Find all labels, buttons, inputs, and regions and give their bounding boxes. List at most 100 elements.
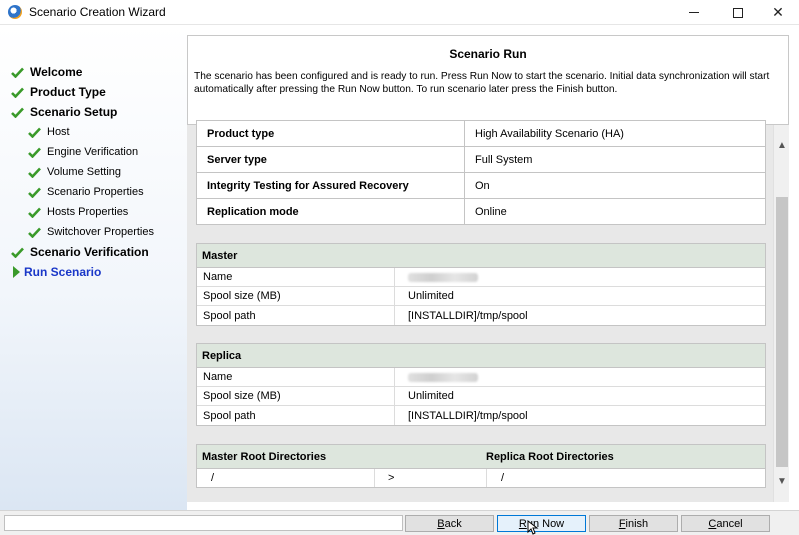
checkmark-icon (10, 65, 24, 79)
checkmark-icon (27, 225, 41, 239)
root-directories-table: Master Root Directories Replica Root Dir… (196, 444, 766, 488)
sidebar-item-label: Switchover Properties (47, 226, 154, 238)
property-value: Full System (464, 146, 766, 173)
table-row: Spool size (MB) Unlimited (197, 387, 765, 406)
master-root-directory: / (197, 469, 375, 487)
table-row: Name (197, 268, 765, 287)
table-row: Integrity Testing for Assured Recovery On (196, 172, 766, 199)
property-name: Product type (196, 120, 465, 147)
table-row: Spool size (MB) Unlimited (197, 287, 765, 306)
property-name: Replication mode (196, 198, 465, 225)
table-row: / > / (197, 469, 765, 487)
step-header: Scenario Run The scenario has been confi… (187, 35, 789, 125)
sidebar-item-label: Engine Verification (47, 146, 139, 158)
minimize-button[interactable] (672, 0, 716, 25)
table-row: Name (197, 368, 765, 387)
finish-button-mnemonic: F (618, 517, 626, 530)
property-name: Name (197, 368, 395, 386)
cancel-button[interactable]: Cancel (681, 515, 770, 532)
property-name: Spool path (197, 306, 395, 325)
maximize-icon (733, 7, 743, 18)
window-title: Scenario Creation Wizard (29, 5, 166, 19)
replica-heading: Replica (197, 344, 765, 368)
sidebar-item-engine-verification[interactable]: Engine Verification (27, 143, 138, 161)
checkmark-icon (27, 185, 41, 199)
cancel-button-label: ancel (716, 517, 743, 530)
finish-button[interactable]: Finish (589, 515, 678, 532)
master-group: Master Name Spool size (MB) Unlimited Spool… (196, 243, 766, 326)
sidebar-item-label: Run Scenario (24, 265, 102, 279)
status-field (4, 515, 403, 531)
property-value: On (464, 172, 766, 199)
sidebar-item-label: Scenario Setup (30, 105, 118, 119)
checkmark-icon (10, 85, 24, 99)
property-value: Online (464, 198, 766, 225)
checkmark-icon (27, 205, 41, 219)
checkmark-icon (10, 245, 24, 259)
cancel-button-mnemonic: C (708, 517, 717, 530)
replica-root-directories-heading: Replica Root Directories (486, 450, 614, 463)
close-button[interactable]: ✕ (756, 0, 799, 25)
checkmark-icon (27, 165, 41, 179)
sidebar-item-label: Scenario Verification (30, 245, 149, 259)
button-bar: Back Run Now Finish Cancel (0, 510, 799, 535)
root-directories-header: Master Root Directories Replica Root Dir… (197, 445, 765, 469)
sidebar-item-scenario-setup[interactable]: Scenario Setup (10, 103, 117, 121)
replica-group: Replica Name Spool size (MB) Unlimited Spoo… (196, 343, 766, 426)
checkmark-icon (10, 105, 24, 119)
property-name: Integrity Testing for Assured Recovery (196, 172, 465, 199)
property-value: High Availability Scenario (HA) (464, 120, 766, 147)
property-value: [INSTALLDIR]/tmp/spool (408, 309, 528, 322)
scroll-down-icon[interactable]: ▼ (774, 473, 790, 489)
back-button-mnemonic: B (437, 517, 445, 530)
scroll-up-icon[interactable]: ▲ (774, 137, 790, 153)
sidebar-item-scenario-verification[interactable]: Scenario Verification (10, 243, 149, 261)
property-name: Spool size (MB) (197, 287, 395, 305)
step-title: Scenario Run (449, 47, 527, 61)
vertical-scrollbar[interactable]: ▲ ▼ (773, 125, 789, 502)
sidebar-item-host[interactable]: Host (27, 123, 70, 141)
mapping-arrow: > (375, 469, 487, 487)
maximize-button[interactable] (716, 0, 760, 25)
table-row: Server type Full System (196, 146, 766, 173)
app-logo-icon (8, 5, 22, 19)
redacted-host-name (395, 268, 765, 286)
sidebar-item-label: Volume Setting (47, 166, 121, 178)
sidebar-item-label: Host (47, 126, 70, 138)
property-name: Spool path (197, 406, 395, 425)
table-row: Spool path [INSTALLDIR]/tmp/spool (197, 306, 765, 325)
run-now-button[interactable]: Run Now (497, 515, 586, 532)
replica-root-directory: / (501, 472, 505, 484)
table-row: Product type High Availability Scenario (… (196, 120, 766, 147)
property-value: [INSTALLDIR]/tmp/spool (408, 409, 528, 422)
finish-button-label: inish (625, 517, 649, 530)
scrollbar-thumb[interactable] (776, 197, 788, 467)
sidebar-item-switchover-properties[interactable]: Switchover Properties (27, 223, 154, 241)
sidebar-item-run-scenario[interactable]: Run Scenario (10, 263, 101, 281)
checkmark-icon (27, 125, 41, 139)
property-name: Spool size (MB) (197, 387, 395, 405)
master-root-directories-heading: Master Root Directories (202, 450, 327, 463)
property-value: Unlimited (408, 290, 454, 302)
sidebar-item-scenario-properties[interactable]: Scenario Properties (27, 183, 144, 201)
sidebar-item-volume-setting[interactable]: Volume Setting (27, 163, 121, 181)
back-button-label: ack (444, 517, 462, 530)
sidebar-item-hosts-properties[interactable]: Hosts Properties (27, 203, 128, 221)
current-step-arrow-icon (13, 266, 20, 278)
sidebar-item-label: Hosts Properties (47, 206, 129, 218)
sidebar-item-label: Product Type (30, 85, 106, 99)
property-value: Unlimited (408, 390, 454, 402)
title-bar: Scenario Creation Wizard ✕ (0, 0, 799, 25)
run-now-button-mnemonic: R (518, 517, 527, 530)
back-button[interactable]: Back (405, 515, 494, 532)
scenario-summary-table: Product type High Availability Scenario (… (196, 120, 766, 225)
step-description: The scenario has been configured and is … (194, 71, 770, 95)
table-row: Replication mode Online (196, 198, 766, 225)
sidebar-item-welcome[interactable]: Welcome (10, 63, 82, 81)
sidebar-item-label: Welcome (30, 65, 83, 79)
sidebar-item-label: Scenario Properties (47, 186, 144, 198)
table-row: Spool path [INSTALLDIR]/tmp/spool (197, 406, 765, 425)
property-name: Server type (196, 146, 465, 173)
sidebar-item-product-type[interactable]: Product Type (10, 83, 106, 101)
checkmark-icon (27, 145, 41, 159)
